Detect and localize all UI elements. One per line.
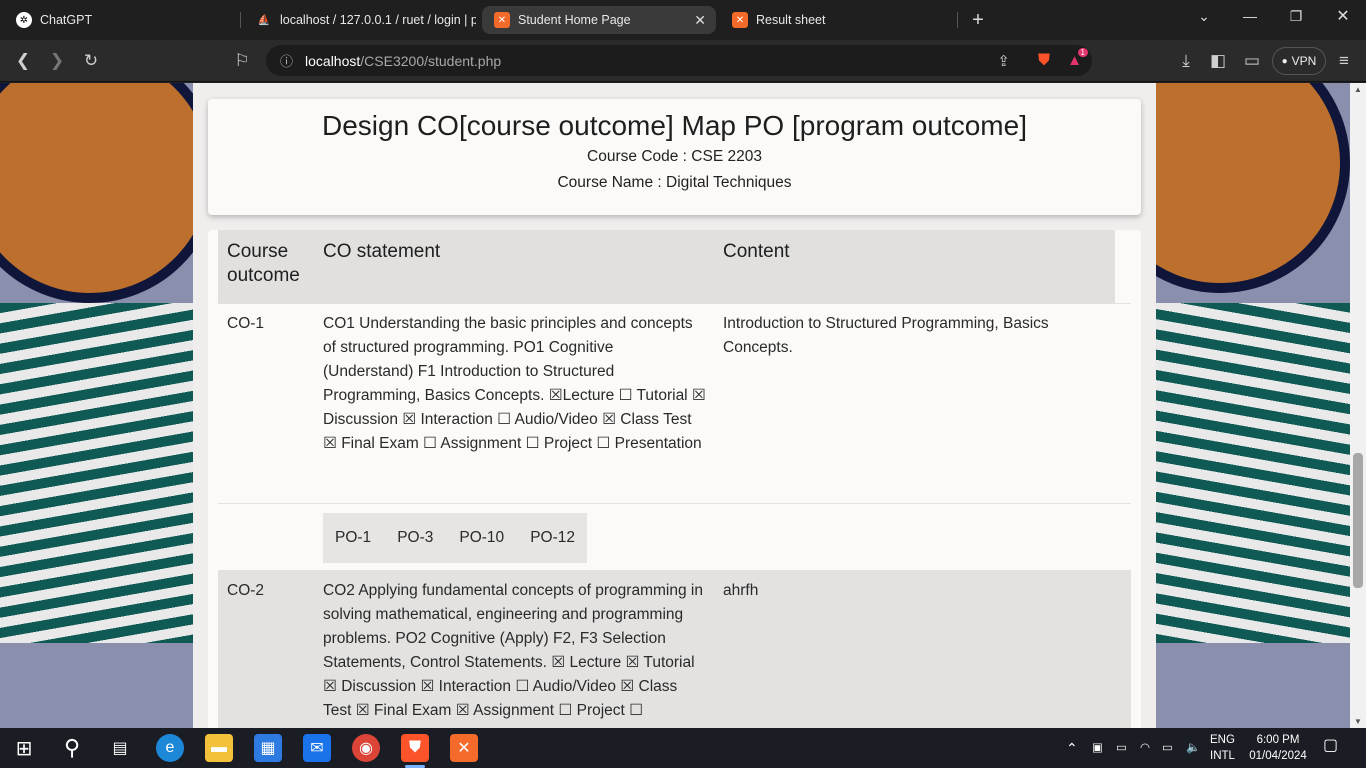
tab-strip: ✲ ChatGPT ⛵ localhost / 127.0.0.1 / ruet…	[0, 0, 1366, 40]
battery-icon[interactable]: ▭	[1162, 740, 1173, 756]
wifi-icon[interactable]: ◠	[1140, 740, 1150, 756]
content-panel: Design CO[course outcome] Map PO [progra…	[193, 83, 1156, 728]
site-info-icon[interactable]: ⓘ	[280, 51, 293, 70]
clock-time: 6:00 PM	[1256, 734, 1300, 746]
download-icon[interactable]: ⤓	[1173, 48, 1199, 74]
meet-now-icon[interactable]: ▣	[1092, 740, 1103, 756]
volume-icon[interactable]: 🔈	[1186, 740, 1200, 756]
table-row-statement: CO2 Applying fundamental concepts of pro…	[323, 582, 703, 719]
background-logo-left	[0, 83, 220, 303]
tray-chevron-icon[interactable]: ⌃	[1066, 740, 1078, 756]
page-title: Design CO[course outcome] Map PO [progra…	[322, 110, 1027, 141]
scroll-down-icon[interactable]: ▼	[1354, 717, 1362, 726]
table-header-row: Course outcome CO statement Content	[218, 230, 1115, 303]
share-icon[interactable]: ⇪	[997, 52, 1010, 70]
column-header-course-outcome: Course outcome	[227, 241, 300, 286]
tab-student-home[interactable]: ✕ Student Home Page ✕	[482, 6, 716, 34]
clock[interactable]: 6:00 PM 01/04/2024	[1247, 732, 1309, 764]
background-stripes-right	[1150, 303, 1350, 643]
course-name: Course Name : Digital Techniques	[557, 174, 792, 191]
vpn-status-icon: ●	[1281, 55, 1288, 67]
page-scrollbar[interactable]: ▲ ▼	[1350, 83, 1366, 728]
xampp-icon: ✕	[732, 12, 748, 28]
row-divider	[218, 303, 1131, 304]
address-bar[interactable]: ⓘ localhost/CSE3200/student.php ⇪ ⛊ ▲ 1	[266, 45, 1092, 76]
minimize-button[interactable]: —	[1227, 0, 1273, 32]
brave-icon[interactable]: ⛊	[401, 734, 429, 762]
clock-date: 01/04/2024	[1249, 750, 1307, 762]
course-header-card: Design CO[course outcome] Map PO [progra…	[208, 99, 1141, 215]
tab-label: Result sheet	[756, 13, 826, 27]
sidebar-icon[interactable]: ◧	[1205, 48, 1231, 74]
vpn-button[interactable]: ● VPN	[1272, 47, 1326, 75]
column-header-content: Content	[723, 241, 790, 262]
display-icon[interactable]: ▭	[1116, 740, 1127, 756]
url-path: /CSE3200/student.php	[360, 52, 502, 69]
xampp-icon: ✕	[494, 12, 510, 28]
close-tab-icon[interactable]: ✕	[694, 12, 706, 29]
vpn-label: VPN	[1291, 54, 1317, 68]
menu-icon[interactable]: ≡	[1331, 48, 1357, 74]
tab-chatgpt[interactable]: ✲ ChatGPT	[4, 6, 236, 34]
table-row-co: CO-1	[227, 315, 265, 332]
search-icon[interactable]: ⚲	[58, 734, 86, 762]
co-po-table: Course outcome CO statement Content CO-1…	[208, 230, 1141, 728]
table-row-co: CO-2	[227, 582, 265, 599]
table-row-content: Introduction to Structured Programming, …	[723, 315, 1049, 356]
wallet-icon[interactable]: ▭	[1239, 48, 1265, 74]
xampp-icon[interactable]: ✕	[450, 734, 478, 762]
maximize-button[interactable]: ❐	[1273, 0, 1319, 32]
tab-separator	[240, 12, 241, 28]
forward-button[interactable]: ❯	[44, 48, 70, 74]
brave-shields-icon[interactable]: ⛊	[1038, 52, 1050, 70]
taskbar: ⊞ ⚲ ▤ e ▬ ▦ ✉ ◉ ⛊ ✕ ⌃ ▣ ▭ ◠ ▭ 🔈 ENG INTL…	[0, 728, 1366, 768]
bookmark-icon[interactable]: ⚐	[229, 48, 255, 74]
table-row-statement: CO1 Understanding the basic principles a…	[323, 315, 706, 452]
back-button[interactable]: ❮	[10, 48, 36, 74]
navigation-bar: ❮ ❯ ↻ ⚐ ⓘ localhost/CSE3200/student.php …	[0, 40, 1366, 82]
keyboard-layout: INTL	[1210, 750, 1235, 762]
close-window-button[interactable]: ✕	[1320, 0, 1366, 32]
language-code: ENG	[1210, 734, 1235, 746]
microsoft-store-icon[interactable]: ▦	[254, 734, 282, 762]
notification-icon[interactable]: ▢	[1323, 738, 1338, 754]
input-language[interactable]: ENG INTL	[1210, 732, 1235, 764]
po-tag: PO-12	[530, 529, 575, 546]
column-header-co-statement: CO statement	[323, 241, 441, 262]
url-host: localhost	[305, 52, 361, 69]
mail-icon[interactable]: ✉	[303, 734, 331, 762]
tab-label: localhost / 127.0.0.1 / ruet / login | p	[280, 13, 476, 27]
tab-phpmyadmin[interactable]: ⛵ localhost / 127.0.0.1 / ruet / login |…	[244, 6, 476, 34]
scroll-up-icon[interactable]: ▲	[1354, 85, 1362, 94]
po-mapping-list: PO-1 PO-3 PO-10 PO-12	[323, 513, 587, 563]
tab-label: ChatGPT	[40, 13, 93, 27]
row-divider	[218, 503, 1131, 504]
new-tab-button[interactable]: +	[955, 4, 1001, 36]
tab-search-chevron-icon[interactable]: ⌄	[1181, 0, 1227, 32]
po-tag: PO-10	[459, 529, 505, 546]
page-viewport: Design CO[course outcome] Map PO [progra…	[0, 83, 1350, 728]
phpmyadmin-icon: ⛵	[257, 14, 271, 26]
background-stripes-left	[0, 303, 220, 643]
edge-icon[interactable]: e	[156, 734, 184, 762]
reload-button[interactable]: ↻	[78, 48, 104, 74]
tab-label: Student Home Page	[518, 13, 631, 27]
chrome-icon[interactable]: ◉	[352, 734, 380, 762]
chatgpt-icon: ✲	[16, 12, 32, 28]
rewards-badge: 1	[1077, 48, 1088, 57]
po-tag: PO-3	[397, 529, 434, 546]
table-row-content: ahrfh	[723, 582, 759, 599]
file-explorer-icon[interactable]: ▬	[205, 734, 233, 762]
scrollbar-thumb[interactable]	[1353, 453, 1363, 588]
windows-start-icon[interactable]: ⊞	[10, 734, 38, 762]
task-view-icon[interactable]: ▤	[106, 734, 134, 762]
tab-result-sheet[interactable]: ✕ Result sheet	[720, 6, 952, 34]
po-tag: PO-1	[335, 529, 372, 546]
course-code: Course Code : CSE 2203	[587, 148, 762, 165]
